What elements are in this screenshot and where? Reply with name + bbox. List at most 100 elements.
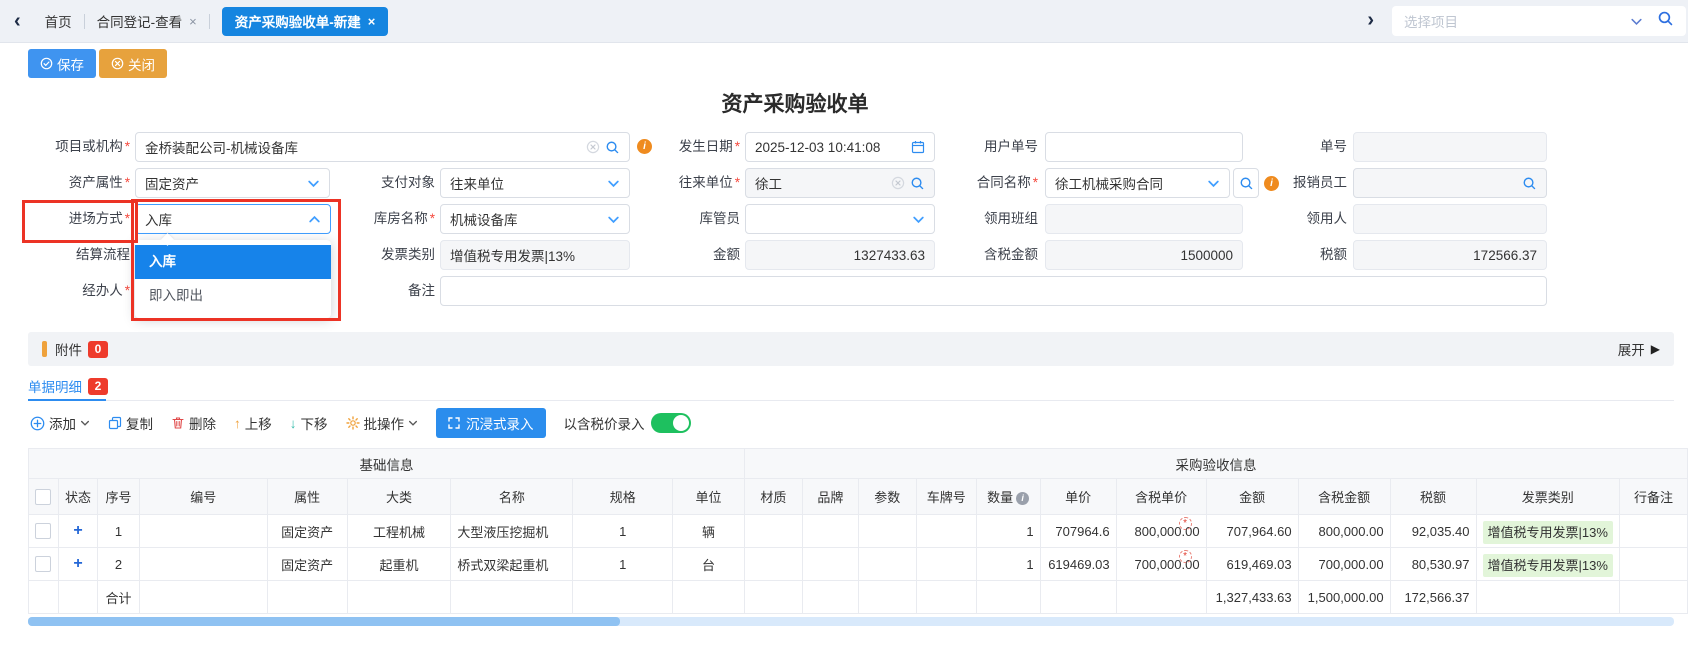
cell-qty[interactable]: 1 <box>976 548 1040 581</box>
pay-target-select[interactable]: 往来单位 <box>440 168 630 198</box>
cell-plate[interactable] <box>916 515 976 548</box>
cell-status[interactable]: + <box>58 548 97 581</box>
search-icon[interactable] <box>910 176 925 191</box>
calendar-icon[interactable] <box>911 140 925 154</box>
reimburse-staff-input[interactable] <box>1353 168 1547 198</box>
info-icon: i <box>1016 492 1029 505</box>
clear-icon[interactable] <box>891 176 905 190</box>
horizontal-scrollbar-track[interactable] <box>28 617 1674 626</box>
batch-ops-button[interactable]: 批操作 <box>346 413 419 433</box>
project-input[interactable]: 金桥装配公司-机械设备库 <box>135 132 630 162</box>
cell-param[interactable] <box>858 548 916 581</box>
cell-spec[interactable]: 1 <box>573 548 673 581</box>
cell-attr[interactable]: 固定资产 <box>267 548 347 581</box>
cell-brand[interactable] <box>802 548 858 581</box>
search-icon[interactable] <box>1522 176 1537 191</box>
horizontal-scrollbar-thumb[interactable] <box>28 617 620 626</box>
cell-seq[interactable]: 2 <box>98 548 140 581</box>
cell-code[interactable] <box>139 548 267 581</box>
cell-name[interactable]: 桥式双梁起重机 <box>451 548 573 581</box>
remark-input[interactable] <box>440 276 1547 306</box>
tab-detail-list[interactable]: 单据明细 2 <box>28 376 108 396</box>
label-asset-attr: 资产属性 <box>20 168 130 198</box>
cell-category[interactable]: 工程机械 <box>347 515 451 548</box>
attachment-bar[interactable]: 附件 0 展开 ▶ <box>28 332 1674 366</box>
detail-table: 基础信息采购验收信息状态序号编号属性大类名称规格单位材质品牌参数车牌号数量i单价… <box>28 448 1688 614</box>
copy-button[interactable]: 复制 <box>108 413 153 433</box>
up-arrow-icon: ↑ <box>234 416 241 431</box>
tab-home[interactable]: 首页 <box>33 0 84 42</box>
cell-price[interactable]: 707964.6 <box>1040 515 1116 548</box>
add-row-icon[interactable]: + <box>73 555 82 572</box>
user-no-input[interactable] <box>1045 132 1243 162</box>
cell-price_tax[interactable]: 800,000.00* <box>1116 515 1206 548</box>
cell-spec[interactable]: 1 <box>573 515 673 548</box>
cell-cb[interactable] <box>29 515 59 548</box>
dropdown-option[interactable]: 即入即出 <box>135 279 331 313</box>
toggle-on[interactable] <box>651 413 691 433</box>
cell-category[interactable]: 起重机 <box>347 548 451 581</box>
move-down-button[interactable]: ↓ 下移 <box>290 413 328 433</box>
cell-attr[interactable]: 固定资产 <box>267 515 347 548</box>
chevron-down-icon[interactable] <box>1630 15 1643 28</box>
save-button[interactable]: 保存 <box>28 49 96 78</box>
immersive-entry-button[interactable]: 沉浸式录入 <box>436 408 546 438</box>
tabs-back-icon[interactable]: ‹ <box>14 11 21 31</box>
cell-brand[interactable] <box>802 515 858 548</box>
close-button[interactable]: 关闭 <box>99 49 167 78</box>
cell-tax[interactable]: 80,530.97 <box>1390 548 1476 581</box>
cell-amount[interactable]: 619,469.03 <box>1206 548 1298 581</box>
tab-contract-view[interactable]: 合同登记-查看 × <box>85 0 209 42</box>
tabs-forward-icon[interactable]: › <box>1367 10 1374 30</box>
row-checkbox[interactable] <box>35 556 51 572</box>
contract-select[interactable]: 徐工机械采购合同 <box>1045 168 1230 198</box>
cell-cb[interactable] <box>29 548 59 581</box>
cell-remark[interactable] <box>1619 515 1687 548</box>
cell-unit[interactable]: 台 <box>673 548 745 581</box>
cell-amount_tax[interactable]: 700,000.00 <box>1298 548 1390 581</box>
cell-remark[interactable] <box>1619 548 1687 581</box>
cell-price[interactable]: 619469.03 <box>1040 548 1116 581</box>
select-all-checkbox[interactable] <box>35 489 51 505</box>
row-checkbox[interactable] <box>35 523 51 539</box>
cell-status[interactable]: + <box>58 515 97 548</box>
cell-unit[interactable]: 辆 <box>673 515 745 548</box>
project-select[interactable]: 选择项目 <box>1392 6 1686 36</box>
search-icon[interactable] <box>605 140 620 155</box>
cell-param[interactable] <box>858 515 916 548</box>
expand-button[interactable]: 展开 ▶ <box>1618 339 1660 359</box>
cell-qty[interactable]: 1 <box>976 515 1040 548</box>
add-row-icon[interactable]: + <box>73 522 82 539</box>
warehouse-keeper-select[interactable] <box>745 204 935 234</box>
delete-button[interactable]: 删除 <box>171 413 216 433</box>
clear-icon[interactable] <box>586 140 600 154</box>
counterparty-input[interactable]: 徐工 <box>745 168 935 198</box>
cell-amount_tax[interactable]: 800,000.00 <box>1298 515 1390 548</box>
cell-amount[interactable]: 707,964.60 <box>1206 515 1298 548</box>
chevron-down-icon <box>408 418 418 428</box>
cell-invoice[interactable]: 增值税专用发票|13% <box>1476 548 1619 581</box>
cell-invoice[interactable]: 增值税专用发票|13% <box>1476 515 1619 548</box>
column-header-remark: 行备注 <box>1619 479 1687 515</box>
tab-close-icon[interactable]: × <box>368 14 376 29</box>
search-icon[interactable] <box>1657 10 1674 32</box>
dropdown-option[interactable]: 入库 <box>135 245 331 279</box>
asset-attr-select[interactable]: 固定资产 <box>135 168 330 198</box>
cell-material[interactable] <box>744 548 802 581</box>
cell-name[interactable]: 大型液压挖掘机 <box>451 515 573 548</box>
total-tax: 172,566.37 <box>1390 581 1476 614</box>
add-button[interactable]: 添加 <box>30 413 90 433</box>
warehouse-select[interactable]: 机械设备库 <box>440 204 630 234</box>
tab-close-icon[interactable]: × <box>189 14 197 29</box>
cell-tax[interactable]: 92,035.40 <box>1390 515 1476 548</box>
cell-price_tax[interactable]: 700,000.00* <box>1116 548 1206 581</box>
cell-plate[interactable] <box>916 548 976 581</box>
cell-material[interactable] <box>744 515 802 548</box>
date-input[interactable]: 2025-12-03 10:41:08 <box>745 132 935 162</box>
entry-mode-select[interactable]: 入库 <box>135 204 331 234</box>
cell-seq[interactable]: 1 <box>98 515 140 548</box>
move-up-button[interactable]: ↑ 上移 <box>234 413 272 433</box>
tab-asset-acceptance-new[interactable]: 资产采购验收单-新建 × <box>222 7 389 36</box>
cell-code[interactable] <box>139 515 267 548</box>
tax-price-entry-toggle[interactable]: 以含税价录入 <box>564 413 691 433</box>
